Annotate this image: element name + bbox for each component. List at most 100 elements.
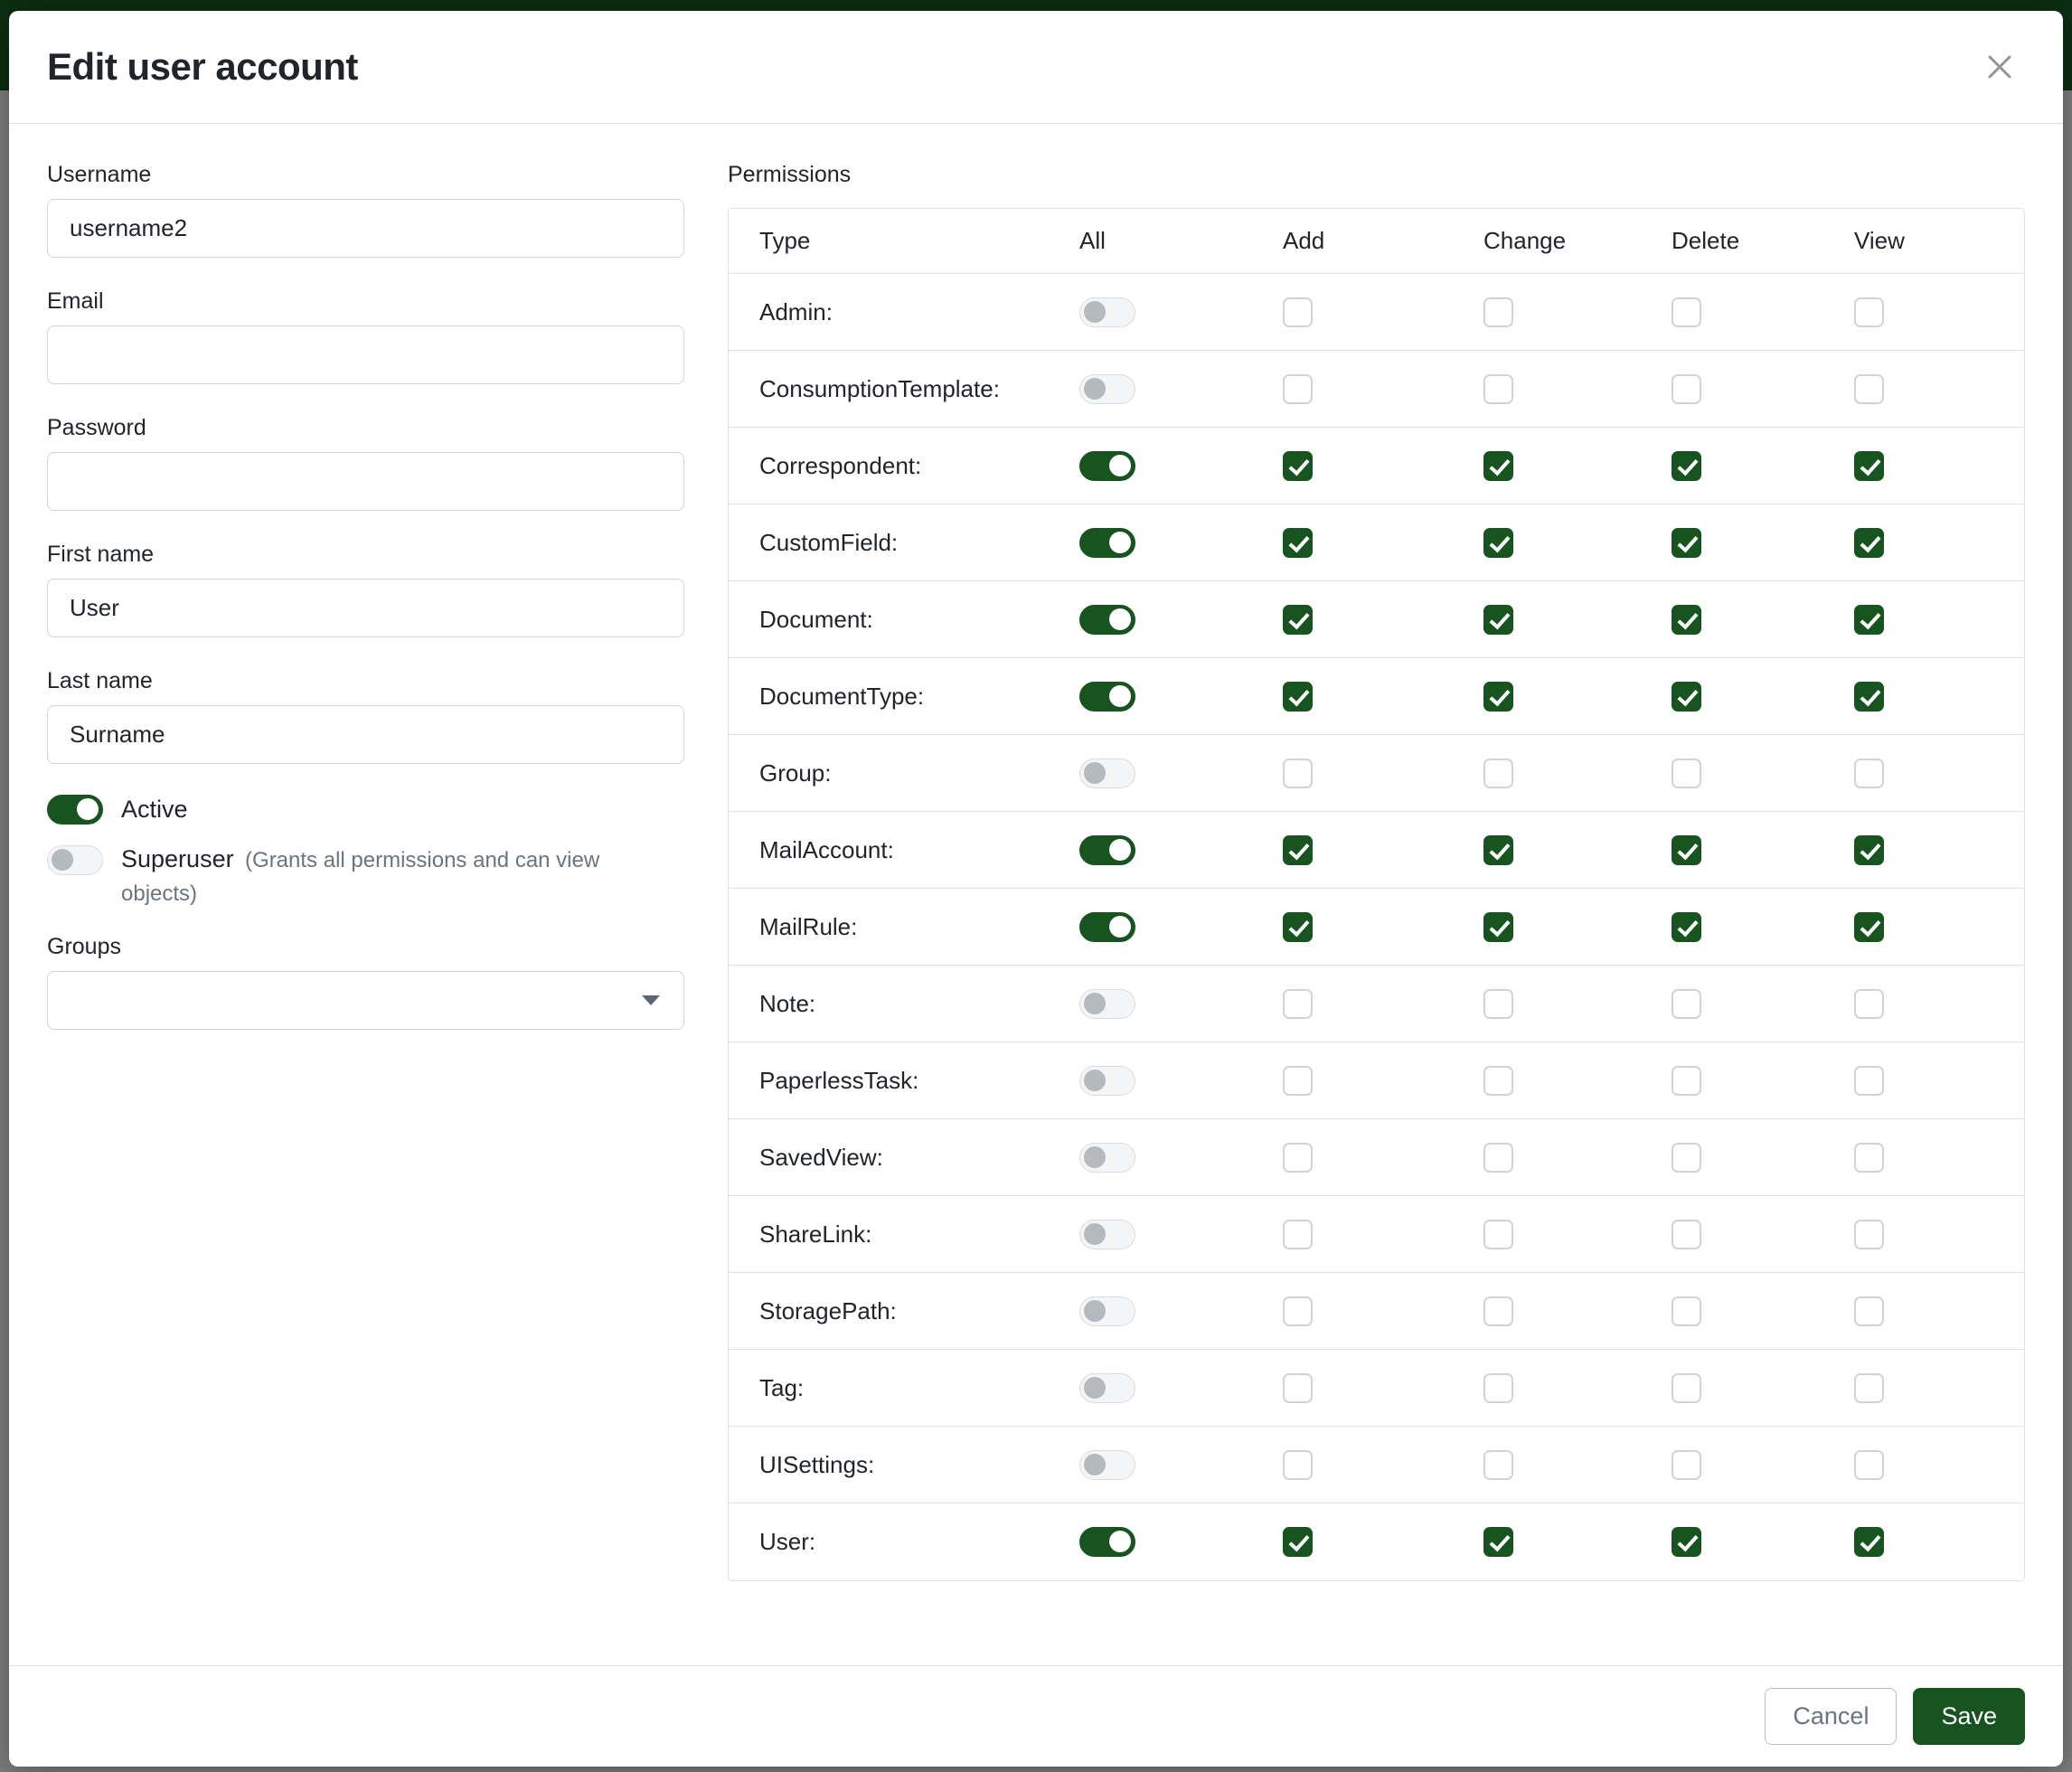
permission-change-checkbox[interactable] <box>1483 1066 1513 1096</box>
permission-change-checkbox[interactable] <box>1483 528 1513 558</box>
permission-change-checkbox[interactable] <box>1483 1143 1513 1173</box>
password-field[interactable] <box>47 452 684 511</box>
permissions-table-header: Type All Add Change Delete View <box>729 209 2024 274</box>
permission-all-toggle[interactable] <box>1079 1450 1135 1480</box>
permission-change-checkbox[interactable] <box>1483 1527 1513 1557</box>
permission-all-toggle[interactable] <box>1079 528 1135 558</box>
permission-delete-checkbox[interactable] <box>1672 682 1701 712</box>
permission-add-checkbox[interactable] <box>1283 1143 1313 1173</box>
permission-all-toggle[interactable] <box>1079 451 1135 481</box>
permission-add-checkbox[interactable] <box>1283 1373 1313 1403</box>
permission-all-toggle[interactable] <box>1079 297 1135 327</box>
username-input[interactable] <box>47 199 684 258</box>
table-row: Group: <box>729 735 2024 812</box>
first-name-field[interactable] <box>47 579 684 637</box>
permission-view-checkbox[interactable] <box>1854 1450 1884 1480</box>
permission-type-label: Admin: <box>759 298 833 326</box>
permission-view-checkbox[interactable] <box>1854 374 1884 404</box>
permission-view-checkbox[interactable] <box>1854 682 1884 712</box>
last-name-field[interactable] <box>47 705 684 764</box>
permission-change-checkbox[interactable] <box>1483 759 1513 788</box>
permission-delete-checkbox[interactable] <box>1672 1373 1701 1403</box>
permission-change-checkbox[interactable] <box>1483 989 1513 1019</box>
permission-all-toggle[interactable] <box>1079 759 1135 788</box>
permission-all-toggle[interactable] <box>1079 374 1135 404</box>
permission-add-checkbox[interactable] <box>1283 605 1313 635</box>
permission-view-checkbox[interactable] <box>1854 1066 1884 1096</box>
permission-view-checkbox[interactable] <box>1854 297 1884 327</box>
permission-change-checkbox[interactable] <box>1483 912 1513 942</box>
permission-delete-checkbox[interactable] <box>1672 528 1701 558</box>
permission-all-toggle[interactable] <box>1079 1296 1135 1326</box>
groups-select[interactable] <box>47 971 684 1030</box>
permission-view-checkbox[interactable] <box>1854 1373 1884 1403</box>
table-row: CustomField: <box>729 504 2024 581</box>
permission-view-checkbox[interactable] <box>1854 835 1884 865</box>
permission-all-toggle[interactable] <box>1079 989 1135 1019</box>
permission-view-checkbox[interactable] <box>1854 1220 1884 1249</box>
permission-view-checkbox[interactable] <box>1854 1527 1884 1557</box>
permission-delete-checkbox[interactable] <box>1672 989 1701 1019</box>
permission-delete-checkbox[interactable] <box>1672 374 1701 404</box>
permission-delete-checkbox[interactable] <box>1672 605 1701 635</box>
save-button[interactable]: Save <box>1913 1688 2025 1745</box>
permission-view-checkbox[interactable] <box>1854 989 1884 1019</box>
permission-change-checkbox[interactable] <box>1483 451 1513 481</box>
permission-add-checkbox[interactable] <box>1283 1450 1313 1480</box>
permission-change-checkbox[interactable] <box>1483 605 1513 635</box>
permission-change-checkbox[interactable] <box>1483 682 1513 712</box>
permission-add-checkbox[interactable] <box>1283 1527 1313 1557</box>
permission-change-checkbox[interactable] <box>1483 1450 1513 1480</box>
permission-change-checkbox[interactable] <box>1483 1296 1513 1326</box>
permission-delete-checkbox[interactable] <box>1672 451 1701 481</box>
permission-change-checkbox[interactable] <box>1483 374 1513 404</box>
permission-add-checkbox[interactable] <box>1283 759 1313 788</box>
permission-add-checkbox[interactable] <box>1283 835 1313 865</box>
superuser-toggle[interactable] <box>47 845 103 875</box>
active-toggle[interactable] <box>47 795 103 825</box>
permission-view-checkbox[interactable] <box>1854 605 1884 635</box>
permission-view-checkbox[interactable] <box>1854 759 1884 788</box>
permission-delete-checkbox[interactable] <box>1672 1066 1701 1096</box>
permission-view-checkbox[interactable] <box>1854 528 1884 558</box>
permission-delete-checkbox[interactable] <box>1672 297 1701 327</box>
permission-add-checkbox[interactable] <box>1283 989 1313 1019</box>
permission-add-checkbox[interactable] <box>1283 374 1313 404</box>
close-button[interactable] <box>1974 42 2025 92</box>
permission-delete-checkbox[interactable] <box>1672 1296 1701 1326</box>
permission-delete-checkbox[interactable] <box>1672 912 1701 942</box>
permission-delete-checkbox[interactable] <box>1672 835 1701 865</box>
permission-change-checkbox[interactable] <box>1483 1373 1513 1403</box>
permission-view-checkbox[interactable] <box>1854 1143 1884 1173</box>
permission-delete-checkbox[interactable] <box>1672 1143 1701 1173</box>
permission-add-checkbox[interactable] <box>1283 1220 1313 1249</box>
permission-change-checkbox[interactable] <box>1483 1220 1513 1249</box>
permission-all-toggle[interactable] <box>1079 1527 1135 1557</box>
permission-change-checkbox[interactable] <box>1483 835 1513 865</box>
permission-all-toggle[interactable] <box>1079 605 1135 635</box>
permission-add-checkbox[interactable] <box>1283 912 1313 942</box>
permission-add-checkbox[interactable] <box>1283 297 1313 327</box>
permission-all-toggle[interactable] <box>1079 1220 1135 1249</box>
permission-all-toggle[interactable] <box>1079 682 1135 712</box>
permission-view-checkbox[interactable] <box>1854 451 1884 481</box>
permission-all-toggle[interactable] <box>1079 912 1135 942</box>
permission-add-checkbox[interactable] <box>1283 528 1313 558</box>
permission-all-toggle[interactable] <box>1079 1066 1135 1096</box>
email-field[interactable] <box>47 325 684 384</box>
permission-delete-checkbox[interactable] <box>1672 1527 1701 1557</box>
permission-add-checkbox[interactable] <box>1283 682 1313 712</box>
permission-add-checkbox[interactable] <box>1283 1066 1313 1096</box>
permission-delete-checkbox[interactable] <box>1672 1220 1701 1249</box>
permission-all-toggle[interactable] <box>1079 1373 1135 1403</box>
permission-view-checkbox[interactable] <box>1854 1296 1884 1326</box>
permission-change-checkbox[interactable] <box>1483 297 1513 327</box>
permission-add-checkbox[interactable] <box>1283 451 1313 481</box>
permission-add-checkbox[interactable] <box>1283 1296 1313 1326</box>
cancel-button[interactable]: Cancel <box>1765 1688 1897 1745</box>
permission-all-toggle[interactable] <box>1079 1143 1135 1173</box>
permission-delete-checkbox[interactable] <box>1672 759 1701 788</box>
permission-delete-checkbox[interactable] <box>1672 1450 1701 1480</box>
permission-view-checkbox[interactable] <box>1854 912 1884 942</box>
permission-all-toggle[interactable] <box>1079 835 1135 865</box>
